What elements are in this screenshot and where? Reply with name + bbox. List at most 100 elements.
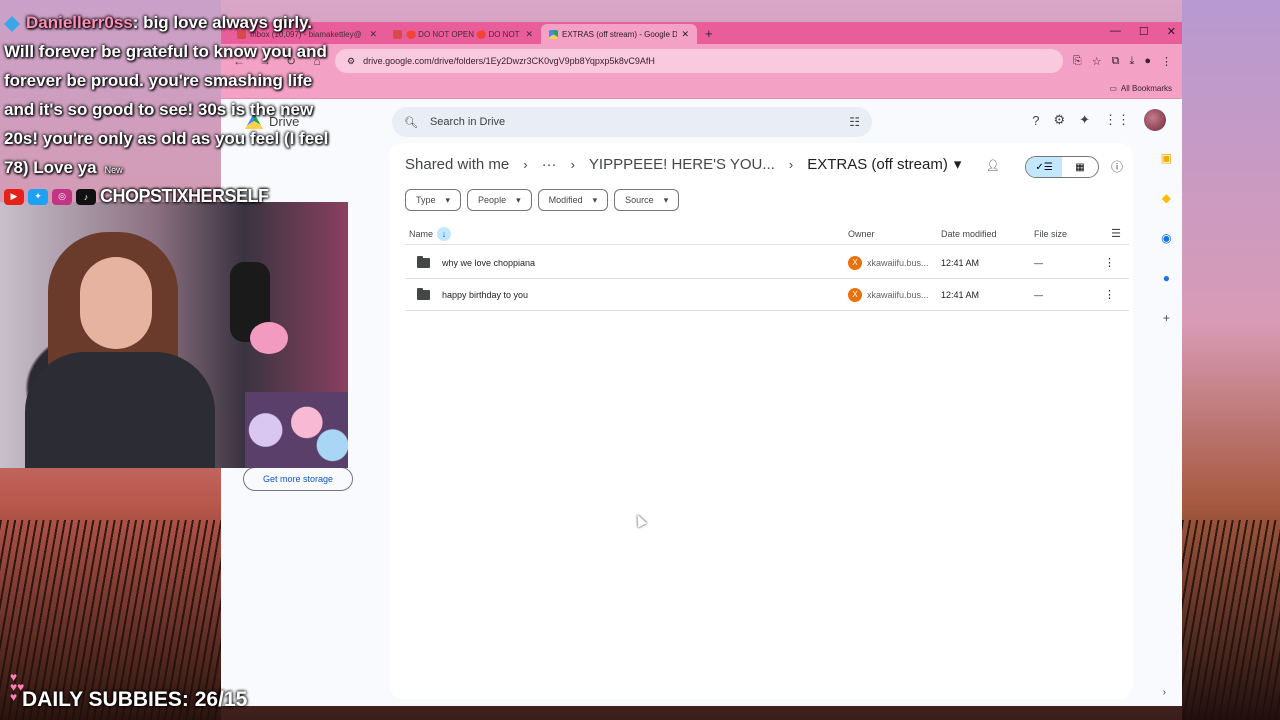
chip-label: Type <box>416 195 436 205</box>
chat-text: : big love always girly. Will forever be… <box>4 13 329 177</box>
folder-name[interactable]: why we love choppiana <box>442 258 535 268</box>
caret-down-icon: ▾ <box>663 194 669 205</box>
tasks-icon[interactable]: ◉ <box>1161 231 1171 245</box>
get-more-storage-button[interactable]: Get more storage <box>243 467 353 491</box>
size-cell: — <box>1034 289 1043 300</box>
tab-bar: Inbox (10,097) - biamakettley@ ✕ 🛑 DO NO… <box>221 22 1182 44</box>
search-input[interactable]: 🔍︎ Search in Drive ☷ <box>392 107 872 137</box>
more-actions-icon[interactable]: ⋮ <box>1104 288 1129 301</box>
owner-avatar: X <box>848 255 862 270</box>
folder-icon: ▭ <box>1109 83 1117 93</box>
size-cell: — <box>1034 257 1043 268</box>
tab-extras[interactable]: EXTRAS (off stream) - Google D ✕ <box>541 24 697 44</box>
download-icon[interactable]: ⤓ <box>1129 55 1134 68</box>
minimize-icon[interactable]: — <box>1110 25 1121 38</box>
shared-folder-icon <box>417 287 430 300</box>
extensions-icon[interactable]: ⧉ <box>1112 55 1120 68</box>
file-list-panel: Shared with me › ··· › YIPPPEEE! HERE'S … <box>389 143 1133 699</box>
more-actions-icon[interactable]: ⋮ <box>1104 256 1129 269</box>
column-name-label: Name <box>409 228 434 239</box>
shared-folder-icon <box>417 255 430 268</box>
column-name[interactable]: Name ↓ <box>405 226 848 241</box>
bookmark-star-icon[interactable]: ☆ <box>1092 55 1102 68</box>
filter-source[interactable]: Source ▾ <box>614 189 680 211</box>
webcam-body <box>25 352 215 468</box>
social-handles: ▶ ✦ ◎ ♪ CHOPSTIXHERSELF <box>4 186 269 207</box>
search-options-icon[interactable]: ☷ <box>849 115 860 129</box>
close-icon[interactable]: ✕ <box>525 29 533 40</box>
plush-toys <box>245 392 348 468</box>
chevron-right-icon[interactable]: › <box>1163 687 1166 698</box>
install-icon[interactable]: ⎘ <box>1073 55 1082 68</box>
gmail-icon <box>393 29 402 39</box>
close-window-icon[interactable]: ✕ <box>1167 25 1176 38</box>
filter-modified[interactable]: Modified ▾ <box>537 189 609 211</box>
tab-do-not-open[interactable]: 🛑 DO NOT OPEN 🛑 DO NOT ✕ <box>385 24 541 44</box>
help-icon[interactable]: ? <box>1032 113 1039 128</box>
owner-name: xkawaiifu.bus... <box>867 257 929 268</box>
folder-name[interactable]: happy birthday to you <box>442 290 528 300</box>
gemini-icon[interactable]: ✦ <box>1079 112 1090 128</box>
settings-icon[interactable]: ⚙ <box>1053 112 1065 128</box>
youtube-icon: ▶ <box>4 188 24 205</box>
notes-icon[interactable]: ◆ <box>1162 191 1171 205</box>
breadcrumb: Shared with me › ··· › YIPPPEEE! HERE'S … <box>405 155 961 174</box>
address-bar[interactable]: ⚙ drive.google.com/drive/folders/1Ey2Dwz… <box>335 49 1063 73</box>
daily-subbies-counter: DAILY SUBBIES: 26/15 <box>22 688 248 711</box>
add-icon[interactable]: + <box>1163 311 1170 325</box>
chevron-right-icon: › <box>570 156 575 172</box>
owner-name: xkawaiifu.bus... <box>867 289 929 300</box>
site-info-icon[interactable]: ⚙ <box>347 56 355 67</box>
sort-options-icon[interactable]: ☰ <box>1111 227 1129 240</box>
table-header: Name ↓ Owner Date modified File size ☰ <box>405 223 1129 245</box>
apps-grid-icon[interactable]: ⋮⋮ <box>1104 112 1130 128</box>
chevron-right-icon: › <box>523 156 528 172</box>
menu-icon[interactable]: ⋮ <box>1161 55 1172 68</box>
tab-title: EXTRAS (off stream) - Google D <box>562 29 678 39</box>
close-icon[interactable]: ✕ <box>369 29 377 40</box>
chevron-right-icon: › <box>788 156 794 172</box>
avatar[interactable] <box>1144 109 1166 131</box>
breadcrumb-more[interactable]: ··· <box>542 156 557 173</box>
row-name-cell: happy birthday to you <box>405 287 848 300</box>
new-tab-button[interactable]: + <box>705 24 713 44</box>
profile-icon[interactable]: ● <box>1144 55 1151 68</box>
breadcrumb-parent-folder[interactable]: YIPPPEEE! HERE'S YOU... <box>589 156 775 173</box>
column-file-size: File size <box>1034 228 1068 239</box>
caret-down-icon: ▾ <box>516 194 521 205</box>
view-toggle: ✓☰ ▦ <box>1025 156 1099 178</box>
sort-arrow-icon[interactable]: ↓ <box>437 226 452 241</box>
browser-window: Inbox (10,097) - biamakettley@ ✕ 🛑 DO NO… <box>221 22 1182 706</box>
tab-title: 🛑 DO NOT OPEN 🛑 DO NOT <box>406 29 520 39</box>
filter-type[interactable]: Type ▾ <box>405 189 462 211</box>
breadcrumb-current-folder[interactable]: EXTRAS (off stream) ▾ <box>807 155 961 174</box>
maximize-icon[interactable]: ☐ <box>1139 25 1149 38</box>
search-icon[interactable]: 🔍︎ <box>404 116 418 129</box>
table-row[interactable]: happy birthday to you X xkawaiifu.bus...… <box>405 279 1129 311</box>
column-date-modified[interactable]: Date modified <box>941 229 1034 239</box>
chip-label: Source <box>625 195 654 205</box>
all-bookmarks-link[interactable]: All Bookmarks <box>1121 84 1172 93</box>
close-icon[interactable]: ✕ <box>681 29 689 40</box>
grid-view-button[interactable]: ▦ <box>1062 157 1098 177</box>
drive-icon <box>549 29 558 39</box>
owner-cell: X xkawaiifu.bus... <box>848 255 941 270</box>
chip-label: People <box>478 195 507 205</box>
filter-people[interactable]: People ▾ <box>467 189 532 211</box>
table-row[interactable]: why we love choppiana X xkawaiifu.bus...… <box>405 247 1129 279</box>
chip-label: Modified <box>548 195 583 205</box>
streamer-handle: CHOPSTIXHERSELF <box>100 186 269 206</box>
list-view-button[interactable]: ✓☰ <box>1026 157 1062 177</box>
grass-decoration <box>1182 520 1280 720</box>
keep-icon[interactable]: ▣ <box>1161 151 1172 165</box>
side-panel: ▣ ◆ ◉ ● + <box>1161 151 1172 325</box>
browser-toolbar: ← → ↻ ⌂ ⚙ drive.google.com/drive/folders… <box>221 44 1182 78</box>
contacts-icon[interactable]: ● <box>1163 271 1170 285</box>
url-text: drive.google.com/drive/folders/1Ey2Dwzr3… <box>363 56 655 66</box>
window-controls: — ☐ ✕ <box>1110 25 1176 38</box>
shared-people-icon[interactable]: 👤︎ <box>986 159 1000 172</box>
new-label: New <box>104 165 123 175</box>
breadcrumb-shared-with-me[interactable]: Shared with me <box>405 156 509 173</box>
search-placeholder: Search in Drive <box>429 116 506 128</box>
info-icon[interactable]: ⓘ <box>1111 158 1123 175</box>
